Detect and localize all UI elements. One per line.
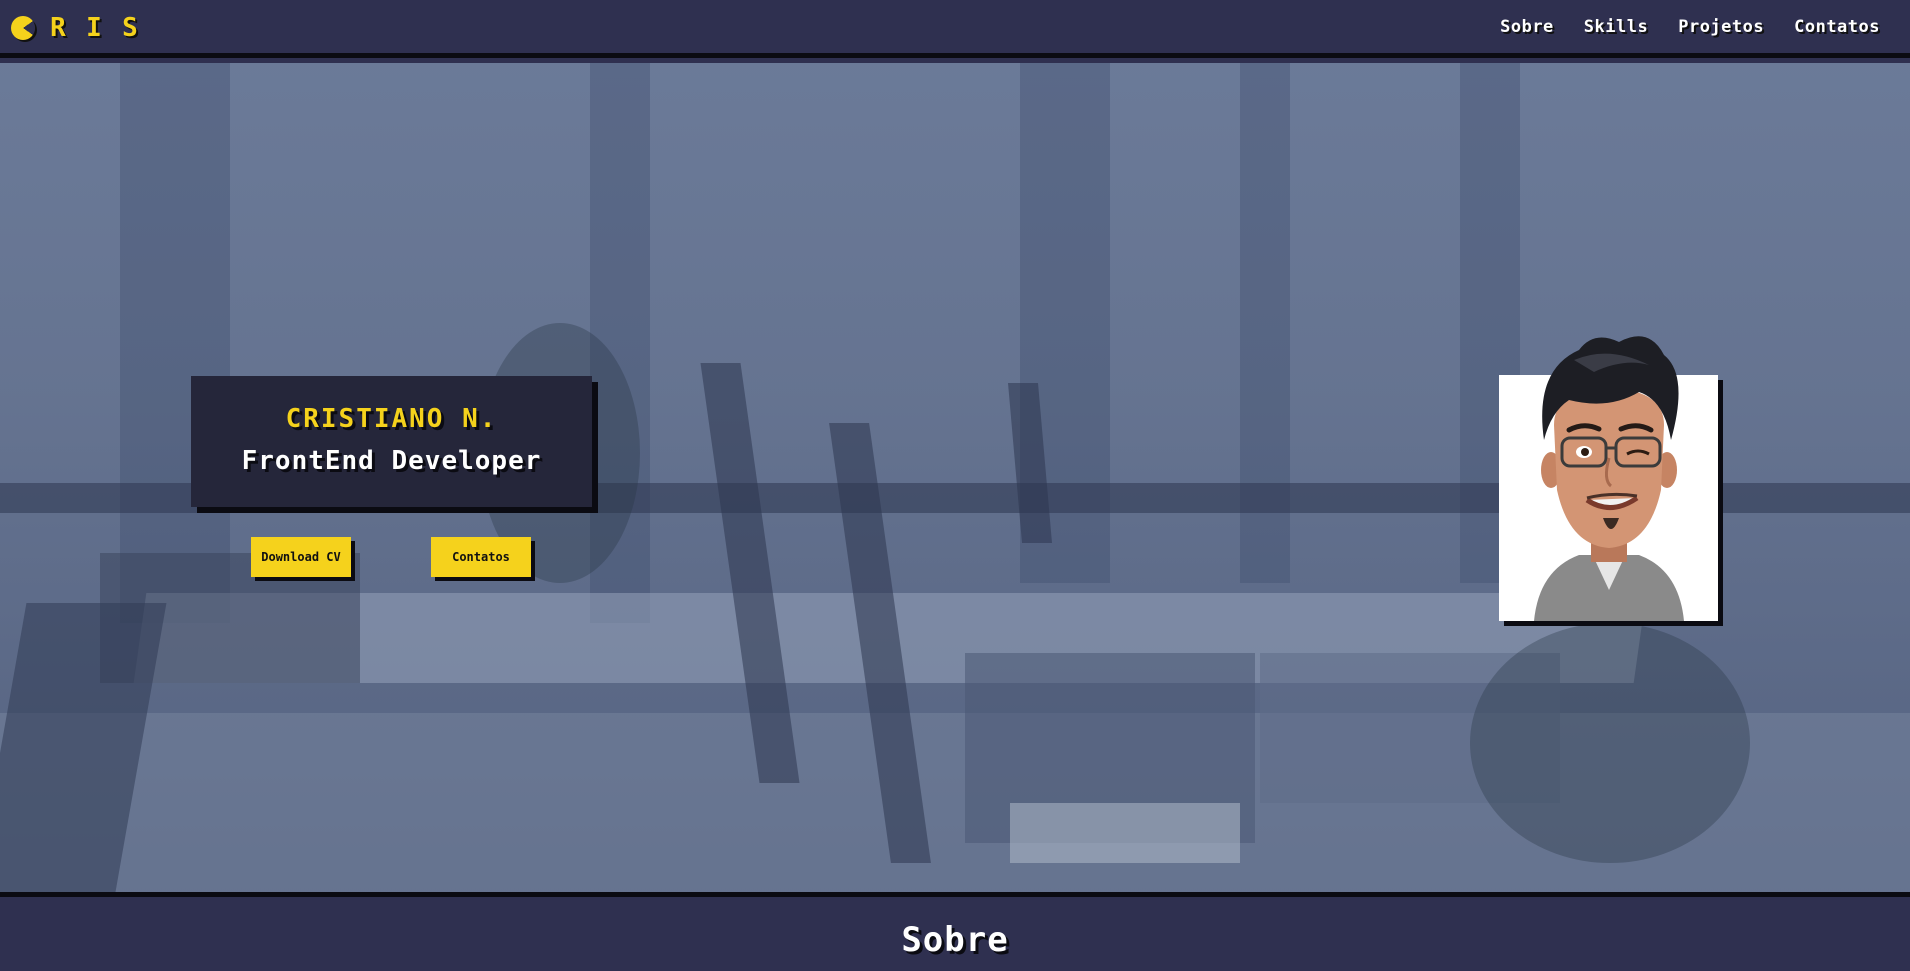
- developer-role: FrontEnd Developer: [241, 446, 542, 476]
- about-section-header: Sobre: [0, 892, 1910, 971]
- avatar: [1499, 336, 1718, 621]
- nav-link-skills[interactable]: Skills: [1584, 17, 1648, 37]
- main-nav: Sobre Skills Projetos Contatos: [1500, 17, 1880, 37]
- logo-letter: R: [50, 13, 66, 43]
- developer-name: CRISTIANO N.: [285, 404, 498, 434]
- contacts-button[interactable]: Contatos: [431, 537, 531, 577]
- logo[interactable]: R I S: [11, 13, 143, 43]
- logo-letter: I: [86, 13, 102, 43]
- intro-card: CRISTIANO N. FrontEnd Developer: [191, 376, 592, 507]
- avatar-illustration: [1534, 336, 1684, 621]
- nav-link-sobre[interactable]: Sobre: [1500, 17, 1554, 37]
- section-title: Sobre: [901, 920, 1009, 960]
- pacman-c-icon: [11, 16, 35, 40]
- navbar: R I S Sobre Skills Projetos Contatos: [0, 0, 1910, 58]
- hero-section: CRISTIANO N. FrontEnd Developer Download…: [0, 63, 1910, 892]
- logo-letter: S: [122, 13, 138, 43]
- nav-link-projetos[interactable]: Projetos: [1678, 17, 1764, 37]
- nav-link-contatos[interactable]: Contatos: [1794, 17, 1880, 37]
- download-cv-button[interactable]: Download CV: [251, 537, 351, 577]
